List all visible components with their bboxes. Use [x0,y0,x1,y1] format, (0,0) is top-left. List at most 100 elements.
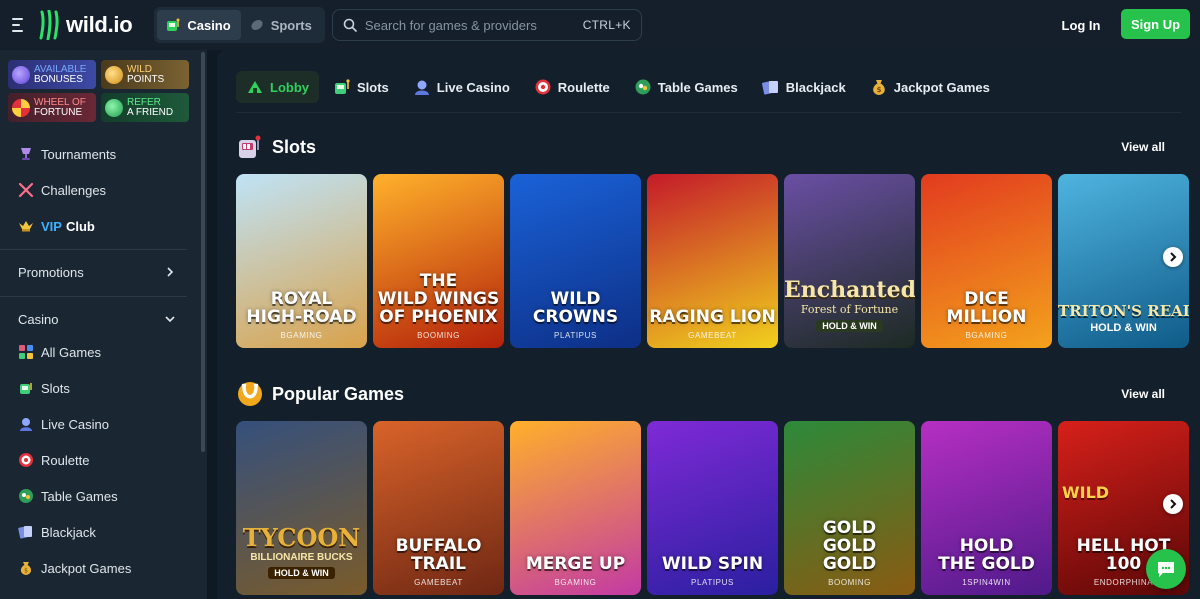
game-provider: BGAMING [965,331,1008,340]
sidebar-item-tournaments[interactable]: Tournaments [0,139,200,169]
game-card[interactable]: BUFFALO TRAIL GAMEBEAT [373,421,504,595]
tab-jackpot-games[interactable]: $ Jackpot Games [860,71,1000,103]
sidebar-item-all-games[interactable]: All Games [0,337,200,367]
tab-blackjack[interactable]: Blackjack [752,71,856,103]
mode-sports[interactable]: Sports [241,10,322,40]
game-title-line: HIGH-ROAD [246,307,357,327]
promo-wheel-of-fortune[interactable]: WHEEL OF FORTUNE [8,93,96,122]
tab-label: Live Casino [436,79,510,95]
game-title-line: DICE [964,289,1009,309]
sidebar-item-vip-club[interactable]: VIP Club [0,211,200,241]
sidebar-scrollbar[interactable] [201,52,205,452]
slot-machine-icon [20,383,32,394]
wild-badge: WILD [1062,483,1110,502]
live-chat-button[interactable] [1146,549,1186,589]
horseshoe-icon [238,382,262,406]
tab-roulette[interactable]: Roulette [524,71,620,103]
svg-text:$: $ [24,568,28,575]
coin-icon [105,65,123,84]
search-box[interactable]: CTRL+K [331,9,642,41]
game-card[interactable]: ROYAL HIGH-ROAD BGAMING [236,174,367,348]
view-all-slots[interactable]: View all [1121,140,1165,154]
game-title-line: THE GOLD [938,554,1035,574]
promo-available-bonuses[interactable]: AVAILABLE BONUSES [8,60,96,89]
logo[interactable]: wild.io [38,9,133,41]
casino-sports-switch: Casino Sports [154,7,325,43]
game-card[interactable]: MERGE UP BGAMING [510,421,641,595]
trophy-icon [21,148,31,160]
ball-icon [251,19,263,31]
money-bag-icon: $ [20,562,32,575]
artwork-text-line: HOLD & WIN [1090,322,1157,334]
sidebar-item-jackpot-games[interactable]: $ Jackpot Games [0,553,200,583]
mode-casino-label: Casino [187,17,231,33]
game-title: WILD SPIN [647,555,778,573]
tab-live-casino[interactable]: Live Casino [403,71,520,103]
signup-button[interactable]: Sign Up [1121,9,1190,39]
sidebar-item-blackjack[interactable]: Blackjack [0,517,200,547]
game-title-line: ROYAL [270,289,333,309]
game-title-line: GOLD [822,536,877,556]
game-title: THE WILD WINGS OF PHOENIX [373,272,504,326]
chevron-right-icon [1170,499,1177,509]
game-title: RAGING LION [647,308,778,326]
game-card[interactable]: RAGING LION GAMEBEAT [647,174,778,348]
lobby-icon [248,81,262,93]
search-input[interactable] [364,17,583,33]
dealer-icon [20,418,32,431]
chevron-right-icon [1170,252,1177,262]
search-shortcut: CTRL+K [582,18,631,32]
sidebar-promotions[interactable]: Promotions [0,258,187,286]
game-provider: BOOMING [828,578,871,587]
game-card[interactable]: GOLD GOLD GOLD BOOMING [784,421,915,595]
tab-table-games[interactable]: Table Games [624,71,748,103]
mode-casino[interactable]: Casino [157,10,241,40]
game-card[interactable]: TYCOON BILLIONAIRE BUCKS HOLD & WIN [236,421,367,595]
vip-word: VIP [41,218,62,234]
sidebar-casino-group[interactable]: Casino [0,305,187,333]
game-provider: GAMEBEAT [414,578,463,587]
promo-wild-points[interactable]: WILD POINTS [101,60,189,89]
tab-slots[interactable]: Slots [323,71,399,103]
scroll-right-popular[interactable] [1163,494,1183,514]
tab-label: Blackjack [785,79,846,95]
game-title-line: BUFFALO [395,536,482,556]
sidebar-item-live-casino[interactable]: Live Casino [0,409,200,439]
tab-label: Roulette [557,79,610,95]
game-title-line: RAGING LION [649,307,776,327]
game-provider: BGAMING [554,578,597,587]
game-title-line: CROWNS [532,307,619,327]
game-provider: BOOMING [417,331,460,340]
artwork-text-line: Enchanted [784,277,915,303]
game-card[interactable]: Enchanted Forest of Fortune HOLD & WIN [784,174,915,348]
game-card[interactable]: THE WILD WINGS OF PHOENIX BOOMING [373,174,504,348]
artwork-text-line: TYCOON [242,523,361,552]
category-tabs: Lobby Slots Live Casino Roulette Table G… [236,70,1004,104]
game-card[interactable]: DICE MILLION BGAMING [921,174,1052,348]
game-provider: PLATIPUS [554,331,597,340]
mode-sports-label: Sports [270,17,312,33]
sidebar-item-roulette[interactable]: Roulette [0,445,200,475]
game-card[interactable]: WILD CROWNS PLATIPUS [510,174,641,348]
scroll-right-slots[interactable] [1163,247,1183,267]
sidebar-item-challenges[interactable]: Challenges [0,175,200,205]
view-all-popular[interactable]: View all [1121,387,1165,401]
hamburger-menu-icon[interactable] [12,18,32,32]
cards-icon [761,81,778,95]
game-card[interactable]: WILD SPIN PLATIPUS [647,421,778,595]
tab-label: Lobby [270,79,309,95]
roulette-icon [19,453,33,467]
promo-line1: REFER [127,96,161,108]
game-card[interactable]: HOLD THE GOLD 1SPIN4WIN [921,421,1052,595]
sidebar-item-slots[interactable]: Slots [0,373,200,403]
section-title: Popular Games [272,383,405,404]
game-title-line: WILD WINGS [377,289,500,309]
promo-refer-a-friend[interactable]: REFER A FRIEND [101,93,189,122]
tab-lobby[interactable]: Lobby [236,71,319,103]
popular-game-row: TYCOON BILLIONAIRE BUCKS HOLD & WIN BUFFALO… [236,421,1200,596]
sidebar-item-label: Challenges [41,182,107,198]
sidebar-item-table-games[interactable]: Table Games [0,481,200,511]
login-button[interactable]: Log In [1050,10,1112,40]
table-icon [635,79,651,95]
sidebar-promotions-label: Promotions [18,264,84,280]
